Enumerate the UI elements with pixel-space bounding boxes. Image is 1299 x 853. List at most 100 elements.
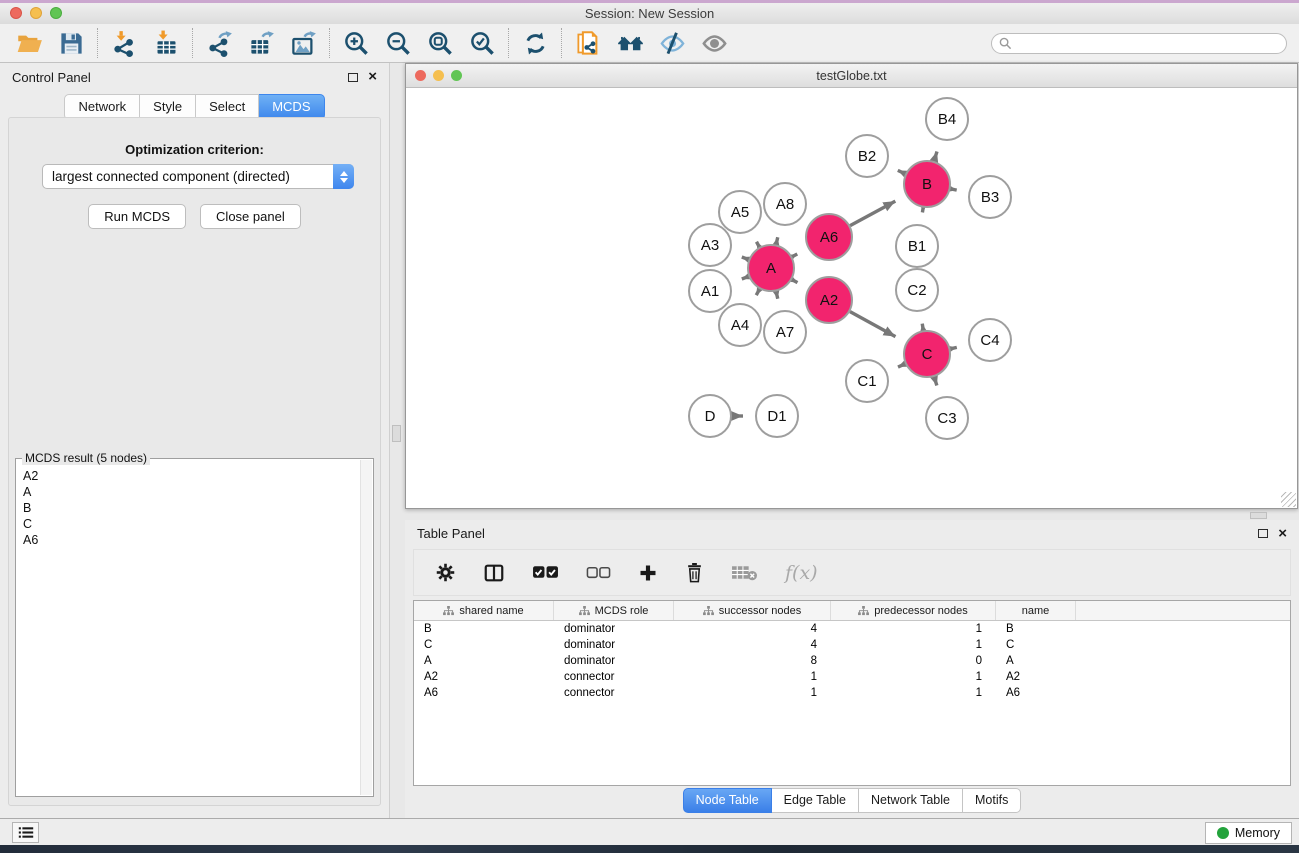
edge-B-B2[interactable]	[898, 170, 905, 173]
network-window-traffic-lights[interactable]	[415, 70, 462, 81]
criterion-dropdown[interactable]: largest connected component (directed)	[42, 164, 354, 189]
task-history-button[interactable]	[12, 822, 39, 843]
import-network-button[interactable]	[103, 26, 145, 60]
tab-edge-table[interactable]: Edge Table	[772, 788, 859, 813]
export-image-button[interactable]	[282, 26, 324, 60]
table-row[interactable]: A6connector11A6	[414, 685, 1290, 701]
export-network-button[interactable]	[198, 26, 240, 60]
tab-network-table[interactable]: Network Table	[859, 788, 963, 813]
table-cell[interactable]: B	[996, 623, 1076, 635]
close-panel-icon[interactable]: ×	[368, 72, 377, 82]
network-canvas[interactable]: B4B2BB3A8A5A6A3B1AA1C2A2A4A7C4CC1DD1C3	[406, 88, 1297, 508]
column-header-shared-name[interactable]: shared name	[414, 601, 554, 620]
run-mcds-button[interactable]: Run MCDS	[88, 204, 186, 229]
traffic-lights[interactable]	[10, 7, 62, 19]
float-table-panel-icon[interactable]	[1258, 529, 1268, 538]
edge-C-C3[interactable]	[934, 377, 937, 386]
dropdown-stepper-icon[interactable]	[333, 164, 354, 189]
result-item[interactable]: B	[23, 500, 353, 516]
result-item[interactable]: A2	[23, 468, 353, 484]
network-view-window[interactable]: testGlobe.txt B4B2BB3A8A5A6A3B1AA1C2A2A4…	[405, 63, 1298, 509]
table-cell[interactable]: A6	[414, 687, 554, 699]
create-column-button[interactable]	[638, 563, 658, 583]
close-panel-button[interactable]: Close panel	[200, 204, 301, 229]
table-cell[interactable]: B	[414, 623, 554, 635]
network-minimize-button[interactable]	[433, 70, 444, 81]
table-cell[interactable]: 4	[674, 639, 831, 651]
apply-layout-button[interactable]	[514, 26, 556, 60]
horizontal-split-handle[interactable]	[1250, 512, 1267, 519]
result-item[interactable]: A6	[23, 532, 353, 548]
save-session-button[interactable]	[50, 26, 92, 60]
zoom-selected-button[interactable]	[461, 26, 503, 60]
table-cell[interactable]: C	[414, 639, 554, 651]
table-cell[interactable]: 1	[674, 671, 831, 683]
tab-motifs[interactable]: Motifs	[963, 788, 1021, 813]
column-header-successor-nodes[interactable]: successor nodes	[674, 601, 831, 620]
edge-B-B1[interactable]	[922, 208, 923, 213]
zoom-window-button[interactable]	[50, 7, 62, 19]
table-cell[interactable]: A2	[996, 671, 1076, 683]
table-cell[interactable]: dominator	[554, 639, 674, 651]
edge-A2-C[interactable]	[850, 312, 895, 337]
table-cell[interactable]: 1	[831, 687, 996, 699]
minimize-window-button[interactable]	[30, 7, 42, 19]
table-body[interactable]: Bdominator41BCdominator41CAdominator80AA…	[414, 621, 1290, 701]
column-header-name[interactable]: name	[996, 601, 1076, 620]
table-cell[interactable]: connector	[554, 671, 674, 683]
table-cell[interactable]: C	[996, 639, 1076, 651]
delete-table-button[interactable]	[731, 563, 758, 582]
search-field[interactable]	[991, 33, 1287, 54]
column-header-mcds-role[interactable]: MCDS role	[554, 601, 674, 620]
table-options-button[interactable]	[435, 562, 456, 583]
edge-B-B4[interactable]	[934, 151, 937, 161]
table-cell[interactable]: A	[996, 655, 1076, 667]
table-row[interactable]: Bdominator41B	[414, 621, 1290, 637]
table-cell[interactable]: A	[414, 655, 554, 667]
result-item[interactable]: C	[23, 516, 353, 532]
edge-A-A3[interactable]	[742, 257, 749, 260]
close-window-button[interactable]	[10, 7, 22, 19]
network-zoom-button[interactable]	[451, 70, 462, 81]
open-file-button[interactable]	[8, 26, 50, 60]
edge-A-A2[interactable]	[792, 280, 797, 283]
window-titlebar[interactable]: Session: New Session	[0, 3, 1299, 24]
network-window-titlebar[interactable]: testGlobe.txt	[406, 64, 1297, 88]
resize-grip-icon[interactable]	[1281, 492, 1296, 507]
new-network-from-selection-button[interactable]	[567, 26, 609, 60]
edge-A-A6[interactable]	[792, 254, 797, 257]
table-cell[interactable]: 1	[674, 687, 831, 699]
table-cell[interactable]: 8	[674, 655, 831, 667]
network-close-button[interactable]	[415, 70, 426, 81]
edge-A-A4[interactable]	[756, 289, 759, 295]
hide-graphics-details-button[interactable]	[651, 26, 693, 60]
table-cell[interactable]: 1	[831, 671, 996, 683]
table-cell[interactable]: A6	[996, 687, 1076, 699]
edge-B-B3[interactable]	[951, 189, 957, 190]
table-cell[interactable]: A2	[414, 671, 554, 683]
result-scrollbar[interactable]	[360, 460, 372, 795]
mcds-result-list[interactable]: A2ABCA6	[17, 460, 359, 795]
float-panel-icon[interactable]	[348, 73, 358, 82]
zoom-out-button[interactable]	[377, 26, 419, 60]
edge-C-C4[interactable]	[950, 347, 956, 348]
show-columns-button[interactable]	[483, 562, 505, 584]
edge-C-C1[interactable]	[898, 364, 905, 367]
result-item[interactable]: A	[23, 484, 353, 500]
edge-A-A7[interactable]	[776, 291, 778, 298]
export-table-button[interactable]	[240, 26, 282, 60]
table-cell[interactable]: connector	[554, 687, 674, 699]
select-all-rows-button[interactable]	[532, 565, 559, 580]
function-builder-button[interactable]: f(x)	[785, 562, 818, 584]
table-cell[interactable]: 1	[831, 639, 996, 651]
table-cell[interactable]: 0	[831, 655, 996, 667]
tab-node-table[interactable]: Node Table	[683, 788, 772, 813]
deselect-all-rows-button[interactable]	[586, 566, 611, 580]
import-table-button[interactable]	[145, 26, 187, 60]
edge-C-C2[interactable]	[922, 324, 923, 331]
table-cell[interactable]: 4	[674, 623, 831, 635]
memory-button[interactable]: Memory	[1205, 822, 1292, 844]
close-table-panel-icon[interactable]: ×	[1278, 529, 1287, 539]
table-cell[interactable]: dominator	[554, 623, 674, 635]
zoom-in-button[interactable]	[335, 26, 377, 60]
